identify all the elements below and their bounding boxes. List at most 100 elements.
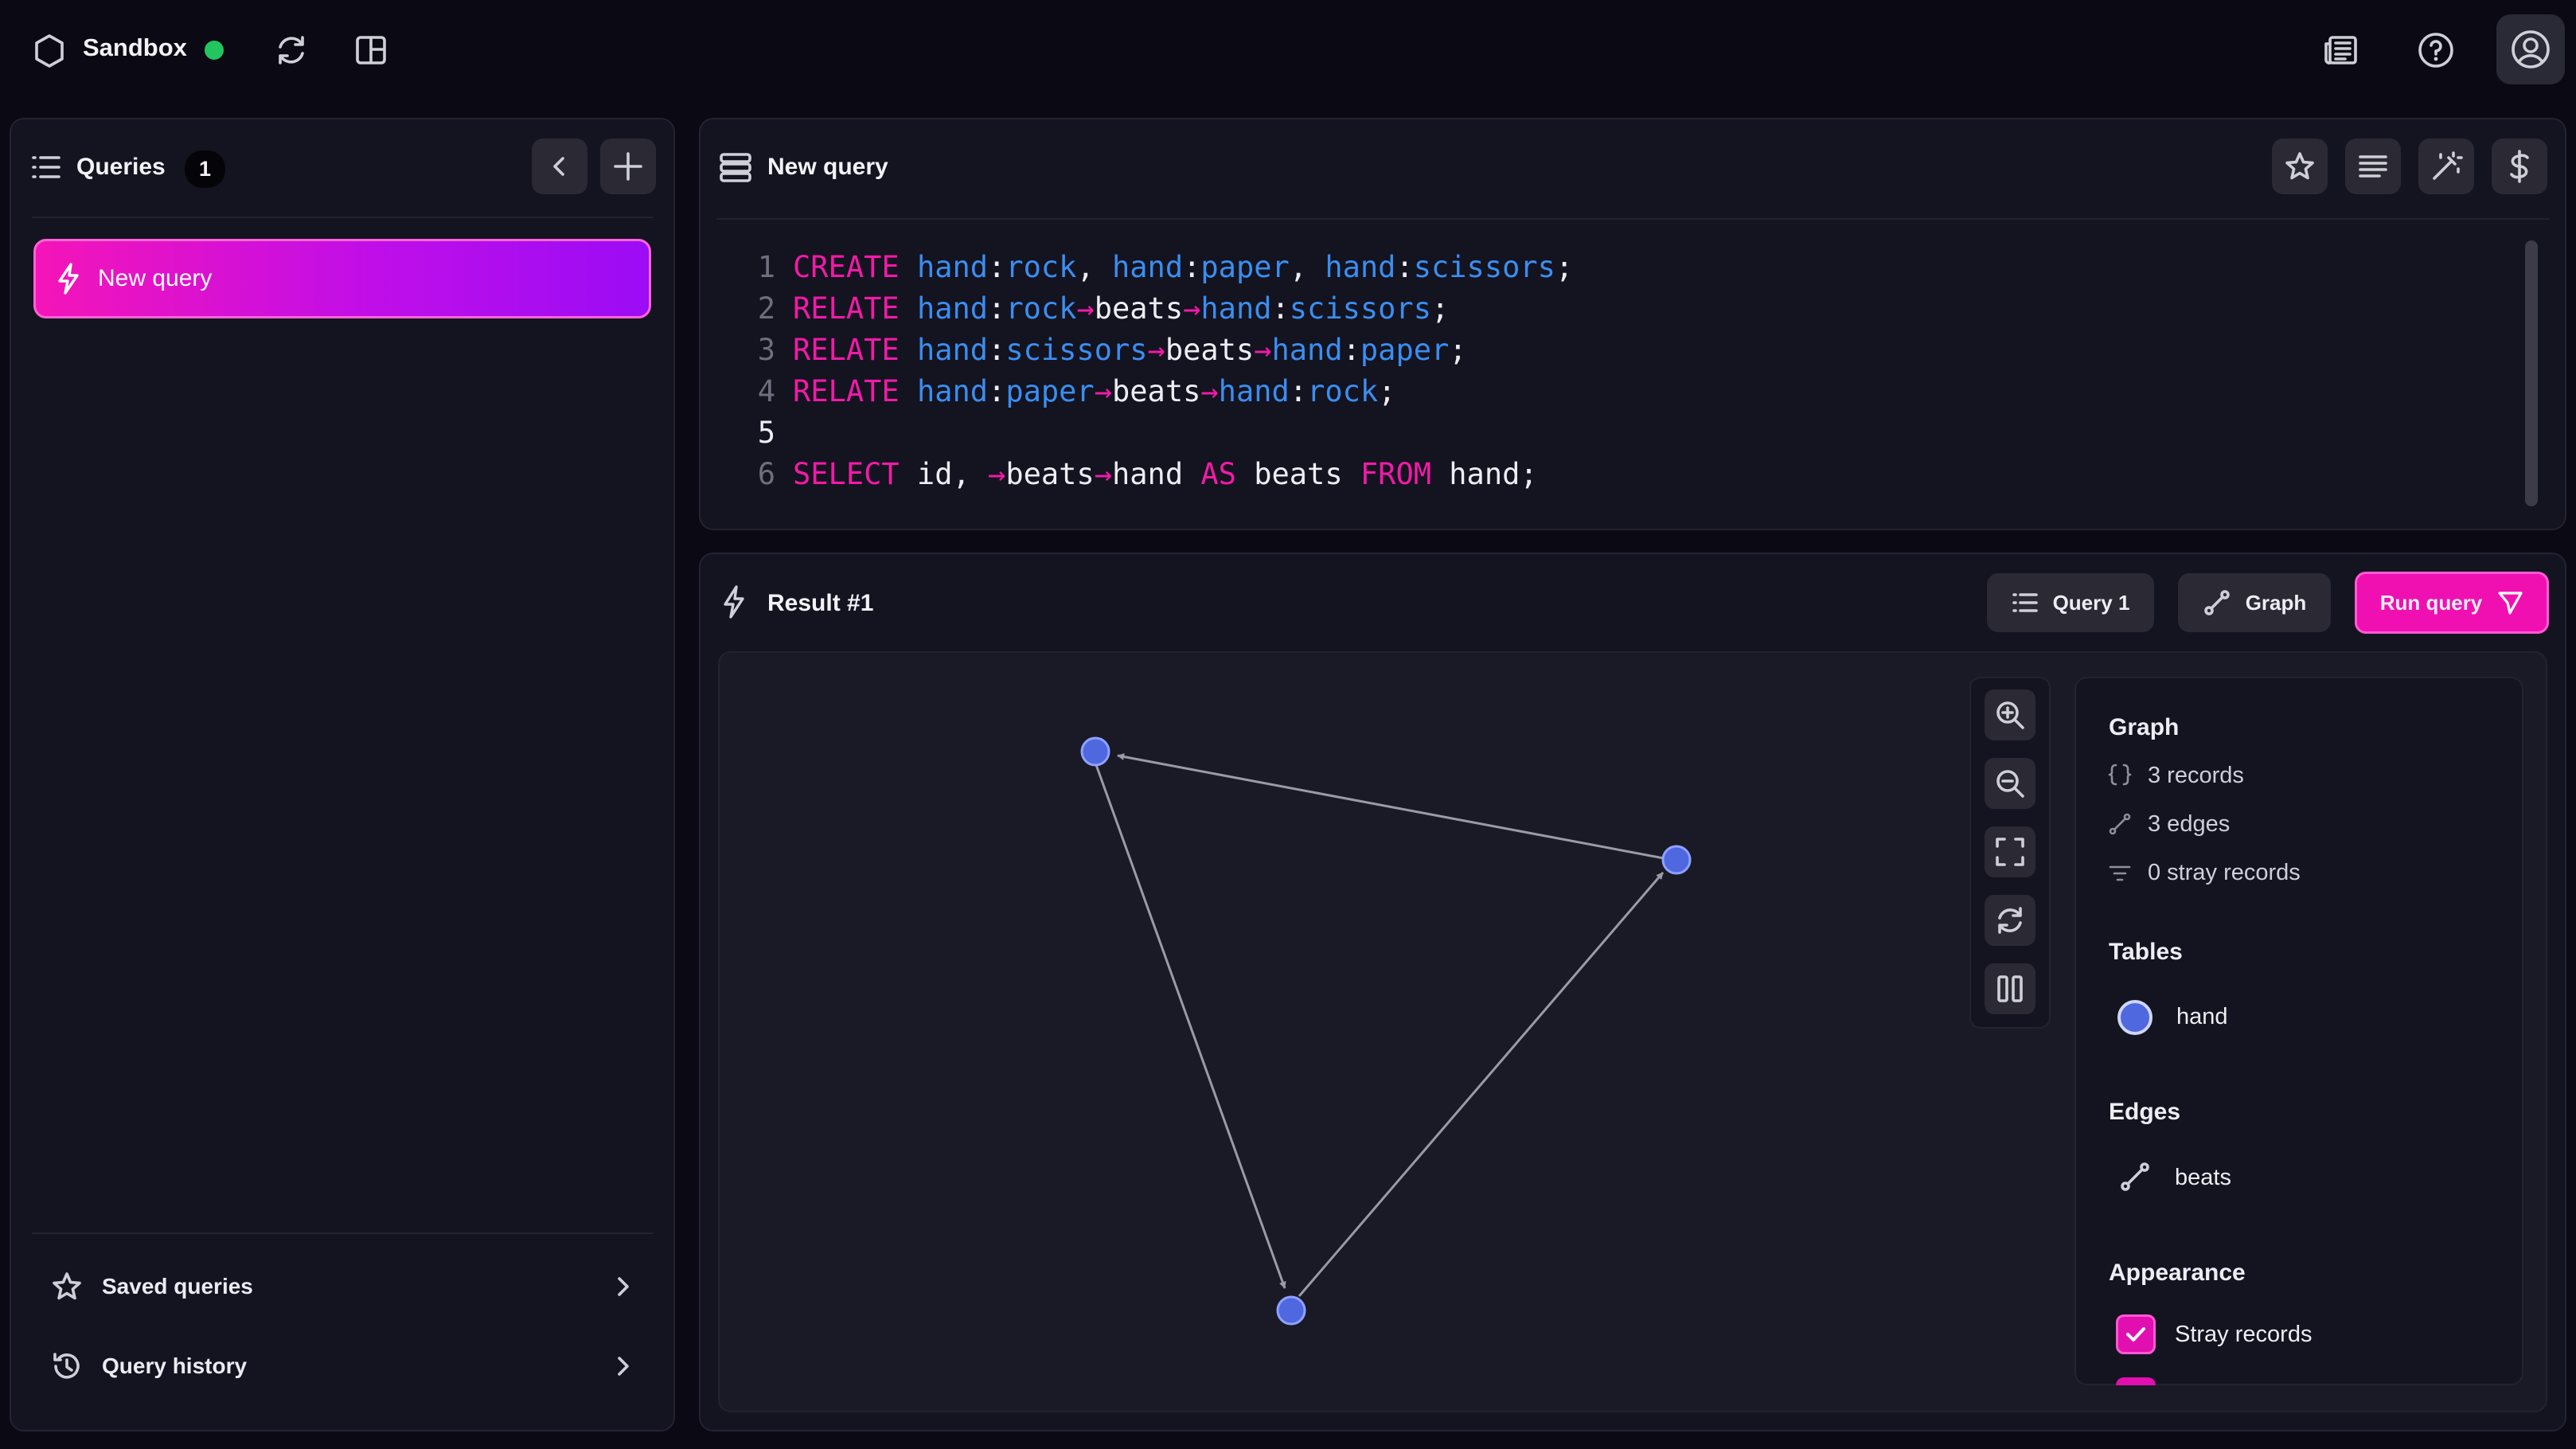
code-token: rock bbox=[1307, 374, 1379, 408]
graph-edge-icon bbox=[2119, 1161, 2151, 1193]
code-token: → bbox=[1076, 291, 1095, 326]
lightning-icon bbox=[721, 584, 747, 619]
code-token: SELECT bbox=[793, 457, 900, 491]
lightning-icon bbox=[58, 263, 79, 295]
graph-edge-icon bbox=[2203, 590, 2230, 615]
line-number: 1 bbox=[757, 250, 775, 284]
code-token: hand bbox=[916, 374, 989, 408]
connection-status-dot bbox=[205, 41, 224, 60]
refresh-icon bbox=[1998, 907, 2022, 934]
line-number: 6 bbox=[757, 457, 775, 491]
code-editor[interactable]: 1 CREATE hand:rock, hand:paper, hand:scis… bbox=[744, 247, 1574, 495]
code-token: , bbox=[1076, 250, 1112, 284]
code-token: hand; bbox=[1431, 457, 1538, 491]
code-token: RELATE bbox=[793, 291, 900, 326]
stray-records-count: 0 stray records bbox=[2148, 860, 2301, 885]
format-query-button[interactable] bbox=[2345, 139, 2401, 194]
checkbox-partial[interactable] bbox=[2116, 1377, 2156, 1385]
code-token: hand bbox=[916, 291, 989, 326]
fit-view-icon bbox=[1996, 838, 2024, 866]
code-token: : bbox=[1289, 374, 1308, 408]
help-icon[interactable] bbox=[2410, 25, 2461, 76]
code-token: ; bbox=[1449, 333, 1467, 367]
chevron-right-icon bbox=[618, 1277, 629, 1296]
code-token: → bbox=[988, 457, 1006, 491]
refresh-icon[interactable] bbox=[266, 25, 317, 76]
braces-icon bbox=[2108, 763, 2132, 787]
code-token: → bbox=[1200, 374, 1219, 408]
code-token: : bbox=[988, 250, 1006, 284]
stray-records-checkbox[interactable] bbox=[2116, 1314, 2156, 1354]
newspaper-icon[interactable] bbox=[2316, 25, 2367, 76]
edges-section-title: Edges bbox=[2109, 1099, 2181, 1125]
fit-view-button[interactable] bbox=[1985, 826, 2035, 877]
top-bar: Sandbox bbox=[0, 0, 2576, 104]
query-history-link[interactable]: Query history bbox=[35, 1334, 653, 1398]
zoom-in-button[interactable] bbox=[1985, 689, 2035, 740]
editor-scrollbar[interactable] bbox=[2525, 240, 2538, 506]
layout-icon[interactable] bbox=[345, 25, 396, 76]
favorite-query-button[interactable] bbox=[2272, 139, 2328, 194]
code-token: beats bbox=[1005, 457, 1095, 491]
code-line[interactable]: 4 RELATE hand:paper→beats→hand:rock; bbox=[744, 371, 1573, 412]
code-token: id, bbox=[899, 457, 989, 491]
code-line[interactable]: 3 RELATE hand:scissors→beats→hand:paper; bbox=[744, 330, 1573, 371]
pause-layout-button[interactable] bbox=[1985, 963, 2035, 1014]
code-token: beats bbox=[1165, 333, 1255, 367]
chevron-right-icon bbox=[618, 1357, 629, 1376]
send-icon bbox=[2498, 592, 2523, 615]
zoom-out-button[interactable] bbox=[1985, 758, 2035, 809]
variables-button[interactable] bbox=[2492, 139, 2547, 194]
code-token: paper bbox=[1005, 374, 1095, 408]
code-token: : bbox=[1342, 333, 1360, 367]
refresh-layout-button[interactable] bbox=[1985, 895, 2035, 946]
code-token: : bbox=[1271, 291, 1290, 326]
graph-svg[interactable] bbox=[718, 651, 1960, 1412]
collapse-sidebar-button[interactable] bbox=[532, 139, 587, 194]
stray-records-label: Stray records bbox=[2175, 1322, 2313, 1347]
code-token: hand bbox=[1271, 333, 1343, 367]
line-number: 2 bbox=[757, 291, 775, 326]
sidebar-item-new-query[interactable]: New query bbox=[33, 239, 651, 318]
code-token: → bbox=[1183, 291, 1201, 326]
edge-beats bbox=[1298, 872, 1665, 1297]
code-token: beats bbox=[1235, 457, 1360, 491]
align-left-icon bbox=[2359, 155, 2387, 178]
edge-name[interactable]: beats bbox=[2175, 1165, 2231, 1191]
code-line[interactable]: 1 CREATE hand:rock, hand:paper, hand:scis… bbox=[744, 247, 1574, 288]
code-line[interactable]: 6 SELECT id, →beats→hand AS beats FROM ha… bbox=[744, 454, 1573, 495]
code-token: paper bbox=[1360, 333, 1450, 367]
view-mode-button[interactable]: Graph bbox=[2178, 573, 2331, 632]
magic-wand-button[interactable] bbox=[2418, 139, 2474, 194]
add-query-button[interactable] bbox=[600, 139, 656, 194]
saved-queries-label: Saved queries bbox=[102, 1274, 253, 1299]
run-query-button[interactable]: Run query bbox=[2355, 572, 2549, 634]
sidebar-footer-divider bbox=[32, 1232, 653, 1234]
history-icon bbox=[53, 1353, 80, 1379]
table-color-swatch[interactable] bbox=[2117, 1000, 2153, 1035]
code-line[interactable]: 5 bbox=[744, 412, 1573, 454]
query-history-label: Query history bbox=[102, 1353, 248, 1378]
sidebar-item-label: New query bbox=[98, 265, 213, 291]
code-line[interactable]: 2 RELATE hand:rock→beats→hand:scissors; bbox=[744, 288, 1573, 330]
line-number: 5 bbox=[757, 416, 775, 450]
list-icon bbox=[2012, 593, 2038, 612]
star-icon bbox=[2285, 152, 2314, 180]
query-select-button[interactable]: Query 1 bbox=[1987, 573, 2154, 632]
hexagon-icon bbox=[33, 33, 65, 68]
saved-queries-link[interactable]: Saved queries bbox=[35, 1255, 653, 1318]
user-menu-button[interactable] bbox=[2496, 14, 2565, 84]
code-token: scissors bbox=[1289, 291, 1431, 326]
workspace-name[interactable]: Sandbox bbox=[83, 33, 187, 62]
code-token: rock bbox=[1005, 291, 1077, 326]
code-token: CREATE bbox=[793, 250, 900, 284]
code-token: : bbox=[988, 291, 1006, 326]
check-icon bbox=[2126, 1327, 2145, 1342]
code-token: RELATE bbox=[793, 374, 900, 408]
line-number: 4 bbox=[757, 374, 775, 408]
list-icon bbox=[30, 153, 62, 182]
code-token: hand bbox=[1112, 250, 1184, 284]
table-name[interactable]: hand bbox=[2176, 1004, 2228, 1030]
pause-icon bbox=[1997, 975, 2023, 1002]
